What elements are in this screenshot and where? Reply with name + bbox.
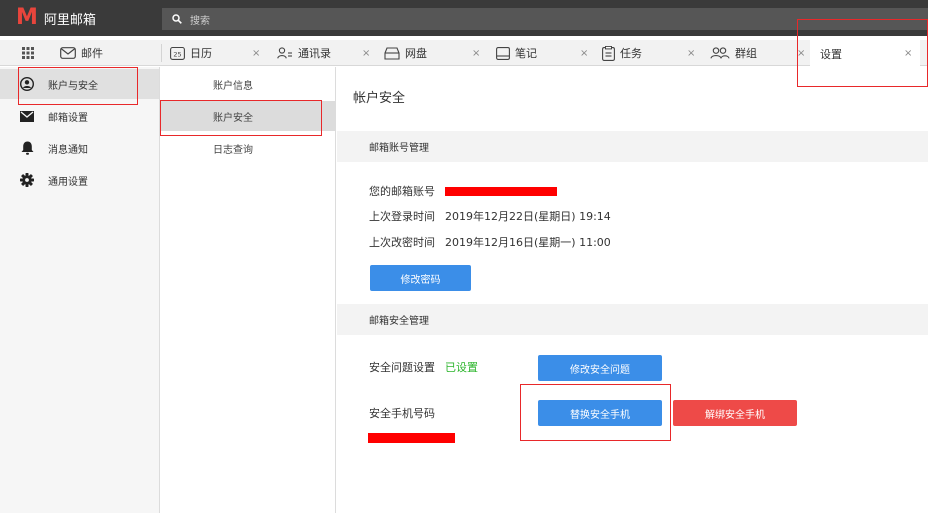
annotation-box xyxy=(160,100,322,136)
tab-notes[interactable]: 笔记 × xyxy=(496,40,591,66)
security-question-row: 安全问题设置 已设置 xyxy=(369,359,478,375)
sidebar-item-label: 邮箱设置 xyxy=(48,112,88,124)
modify-security-question-button[interactable]: 修改安全问题 xyxy=(538,355,662,381)
gear-icon xyxy=(20,173,34,187)
tab-cloud-drive[interactable]: 网盘 × xyxy=(384,40,480,66)
grid-icon xyxy=(22,47,34,59)
account-row: 您的邮箱账号 xyxy=(369,183,557,199)
calendar-icon: 25 xyxy=(170,46,185,60)
close-icon[interactable]: × xyxy=(687,48,695,59)
tab-divider xyxy=(161,44,162,62)
task-icon xyxy=(602,45,615,61)
search-placeholder: 搜索 xyxy=(190,15,210,27)
redacted-account-value xyxy=(445,186,557,196)
calendar-icon-day: 25 xyxy=(173,51,181,59)
last-password-change-label: 上次改密时间 xyxy=(369,236,435,249)
tab-label: 网盘 xyxy=(405,47,427,60)
change-password-button[interactable]: 修改密码 xyxy=(370,265,471,291)
tab-mail[interactable]: 邮件 xyxy=(60,40,103,66)
last-login-value: 2019年12月22日(星期日) 19:14 xyxy=(445,210,611,223)
sidebar-item-label: 消息通知 xyxy=(48,144,88,156)
security-phone-label: 安全手机号码 xyxy=(369,407,435,420)
annotation-box xyxy=(797,19,928,87)
app-logo[interactable]: M 阿里邮箱 xyxy=(16,6,96,30)
contacts-icon xyxy=(277,47,293,59)
unbind-security-phone-button[interactable]: 解绑安全手机 xyxy=(673,400,797,426)
security-question-status: 已设置 xyxy=(445,361,478,374)
redacted-phone-value xyxy=(368,433,455,443)
sidebar-item-mailbox-settings[interactable]: 邮箱设置 xyxy=(0,101,159,131)
mail-icon xyxy=(60,47,76,59)
main-content: 帐户安全 邮箱账号管理 您的邮箱账号 上次登录时间 2019年12月22日(星期… xyxy=(337,67,928,513)
note-icon xyxy=(496,46,510,60)
tab-label: 笔记 xyxy=(515,47,537,60)
apps-grid-button[interactable] xyxy=(22,40,39,66)
subnav-item-log-query[interactable]: 日志查询 xyxy=(161,133,335,163)
last-login-row: 上次登录时间 2019年12月22日(星期日) 19:14 xyxy=(369,208,611,224)
section-header-security: 邮箱安全管理 xyxy=(337,304,928,335)
envelope-icon xyxy=(20,109,34,123)
tab-label: 任务 xyxy=(620,47,642,60)
page-title: 帐户安全 xyxy=(353,91,406,106)
tab-label: 邮件 xyxy=(81,47,103,60)
close-icon[interactable]: × xyxy=(472,48,480,59)
tab-label: 日历 xyxy=(190,47,212,60)
search-icon xyxy=(172,14,182,24)
account-label: 您的邮箱账号 xyxy=(369,185,435,198)
group-icon xyxy=(710,47,730,59)
settings-sidebar: 账户与安全 邮箱设置 消息通知 通用设置 xyxy=(0,67,160,513)
security-question-label: 安全问题设置 xyxy=(369,361,435,374)
subnav-item-account-info[interactable]: 账户信息 xyxy=(161,69,335,99)
top-bar: M 阿里邮箱 搜索 xyxy=(0,0,928,36)
cloud-drive-icon xyxy=(384,46,400,60)
sidebar-item-label: 通用设置 xyxy=(48,176,88,188)
tab-tasks[interactable]: 任务 × xyxy=(602,40,700,66)
tab-label: 通讯录 xyxy=(298,47,331,60)
security-phone-row: 安全手机号码 xyxy=(369,405,445,421)
section-header-account: 邮箱账号管理 xyxy=(337,131,928,162)
tab-calendar[interactable]: 25 日历 × xyxy=(170,40,265,66)
last-login-label: 上次登录时间 xyxy=(369,210,435,223)
annotation-box xyxy=(18,67,138,105)
last-password-change-value: 2019年12月16日(星期一) 11:00 xyxy=(445,236,611,249)
tab-contacts[interactable]: 通讯录 × xyxy=(277,40,370,66)
logo-mark: M xyxy=(16,5,38,30)
close-icon[interactable]: × xyxy=(362,48,370,59)
tab-label: 群组 xyxy=(735,47,757,60)
app-name: 阿里邮箱 xyxy=(43,12,96,28)
tab-bar: 邮件 25 日历 × 通讯录 × 网盘 × 笔记 × 任务 × 群组 × 设置 … xyxy=(0,40,928,67)
close-icon[interactable]: × xyxy=(580,48,588,59)
close-icon[interactable]: × xyxy=(252,48,260,59)
sidebar-item-general-settings[interactable]: 通用设置 xyxy=(0,165,159,195)
last-password-change-row: 上次改密时间 2019年12月16日(星期一) 11:00 xyxy=(369,234,611,250)
bell-icon xyxy=(20,141,34,155)
sidebar-item-notifications[interactable]: 消息通知 xyxy=(0,133,159,163)
tab-groups[interactable]: 群组 × xyxy=(710,40,808,66)
annotation-box xyxy=(520,384,671,441)
